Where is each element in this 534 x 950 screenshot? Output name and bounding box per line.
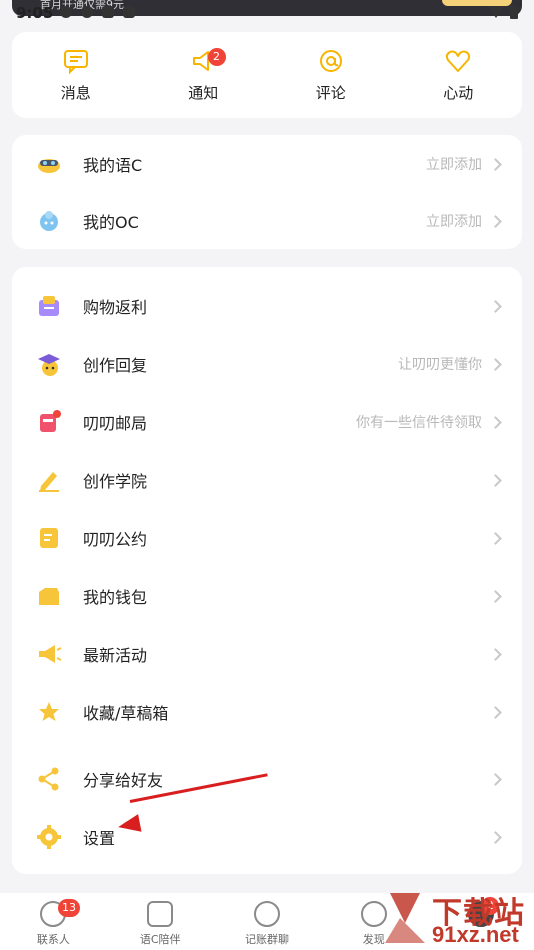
chevron-right-icon [489, 214, 502, 228]
wallet-icon [39, 588, 59, 605]
notification-square-icon [102, 6, 114, 18]
heart-icon [446, 50, 471, 72]
menu-row-label: 创作学院 [83, 472, 148, 491]
quick-action-label: 评论 [315, 84, 346, 102]
nav-label: 记账群聊 [244, 933, 289, 946]
chevron-right-icon [489, 357, 502, 371]
menu-row-hint: 你有一些信件待领取 [356, 415, 482, 431]
chevron-right-icon [489, 157, 502, 171]
chevron-right-icon [489, 473, 502, 487]
mask-icon [38, 159, 60, 173]
plus-circle-icon [253, 901, 280, 927]
main-menu-card: 购物返利 创作回复 让叨叨更懂你 叨叨邮局 你有一些信件待领取 创作学院 叨叨公… [12, 267, 522, 874]
wifi-icon [488, 6, 504, 18]
menu-row-label: 叨叨邮局 [83, 414, 148, 433]
companion-icon [147, 901, 174, 927]
menu-row-hint: 让叨叨更懂你 [398, 357, 482, 373]
menu-row-shopping-rebate[interactable]: 购物返利 [12, 277, 522, 335]
quick-action-heart[interactable]: 心动 [395, 32, 523, 118]
notification-badge: 2 [207, 48, 226, 66]
menu-row-my-yuc[interactable]: 我的语C 立即添加 [12, 135, 522, 193]
menu-row-label: 我的钱包 [83, 588, 148, 607]
notification-letter-icon [123, 6, 135, 18]
megaphone-icon [39, 645, 62, 663]
menu-row-label: 叨叨公约 [83, 530, 148, 549]
quick-action-message[interactable]: 消息 [12, 32, 140, 118]
menu-row-hint: 立即添加 [426, 214, 482, 230]
nav-contacts[interactable]: 13 联系人 [0, 893, 107, 950]
share-icon [38, 767, 59, 791]
quick-action-label: 心动 [443, 84, 474, 102]
graduate-icon [38, 354, 60, 376]
menu-row-settings[interactable]: 设置 [12, 808, 522, 866]
chevron-right-icon [489, 299, 502, 313]
quick-action-comment[interactable]: 评论 [267, 32, 395, 118]
notification-dot-icon [60, 6, 72, 18]
quick-action-label: 通知 [188, 84, 219, 102]
menu-row-label: 分享给好友 [83, 771, 164, 790]
menu-row-label: 收藏/草稿箱 [83, 704, 169, 723]
chevron-right-icon [489, 647, 502, 661]
pencil-icon [39, 472, 59, 492]
chevron-right-icon [489, 589, 502, 603]
status-icons [60, 6, 135, 18]
status-right [488, 6, 518, 19]
watermark: 下载站 91xz.net [380, 888, 534, 950]
notification-dot-icon [81, 6, 93, 18]
oc-card: 我的语C 立即添加 我的OC 立即添加 [12, 135, 522, 249]
menu-row-wallet[interactable]: 我的钱包 [12, 567, 522, 625]
nav-label: 语C陪伴 [139, 933, 181, 946]
ice-cream-icon [40, 211, 58, 231]
chevron-right-icon [489, 705, 502, 719]
nav-group-chat[interactable]: 记账群聊 [214, 893, 321, 950]
menu-row-label: 我的语C [83, 156, 143, 175]
chevron-right-icon [489, 830, 502, 844]
quick-actions-card: 消息 2 通知 评论 心动 [12, 32, 522, 118]
star-icon [39, 702, 59, 721]
chevron-right-icon [489, 531, 502, 545]
menu-row-label: 购物返利 [83, 298, 148, 317]
battery-icon [510, 6, 518, 19]
menu-row-creation-academy[interactable]: 创作学院 [12, 451, 522, 509]
shopping-icon [39, 296, 59, 316]
chevron-right-icon [489, 772, 502, 786]
menu-row-convention[interactable]: 叨叨公约 [12, 509, 522, 567]
menu-row-label: 创作回复 [83, 356, 148, 375]
status-bar: 首月开通仅需9元 9:05 [0, 0, 534, 22]
contacts-badge: 13 [58, 899, 80, 917]
menu-row-creation-reply[interactable]: 创作回复 让叨叨更懂你 [12, 335, 522, 393]
menu-row-label: 最新活动 [83, 646, 148, 665]
document-icon [40, 528, 58, 548]
menu-row-my-oc[interactable]: 我的OC 立即添加 [12, 192, 522, 250]
quick-action-notification[interactable]: 2 通知 [140, 32, 268, 118]
menu-row-label: 我的OC [83, 213, 139, 232]
menu-row-post-office[interactable]: 叨叨邮局 你有一些信件待领取 [12, 393, 522, 451]
watermark-logo-icon [385, 893, 425, 943]
menu-row-share[interactable]: 分享给好友 [12, 750, 522, 808]
menu-row-favorites-drafts[interactable]: 收藏/草稿箱 [12, 683, 522, 741]
gear-icon [37, 825, 61, 849]
menu-row-latest-activities[interactable]: 最新活动 [12, 625, 522, 683]
menu-row-label: 设置 [83, 829, 116, 848]
chevron-right-icon [489, 415, 502, 429]
nav-companion[interactable]: 语C陪伴 [107, 893, 214, 950]
watermark-url: 91xz.net [432, 922, 519, 947]
menu-row-hint: 立即添加 [426, 157, 482, 173]
status-time: 9:05 [16, 4, 54, 22]
mailbox-icon [40, 410, 61, 432]
quick-action-label: 消息 [60, 84, 91, 102]
message-icon [63, 50, 88, 74]
at-icon [319, 50, 342, 72]
nav-label: 联系人 [36, 933, 70, 946]
